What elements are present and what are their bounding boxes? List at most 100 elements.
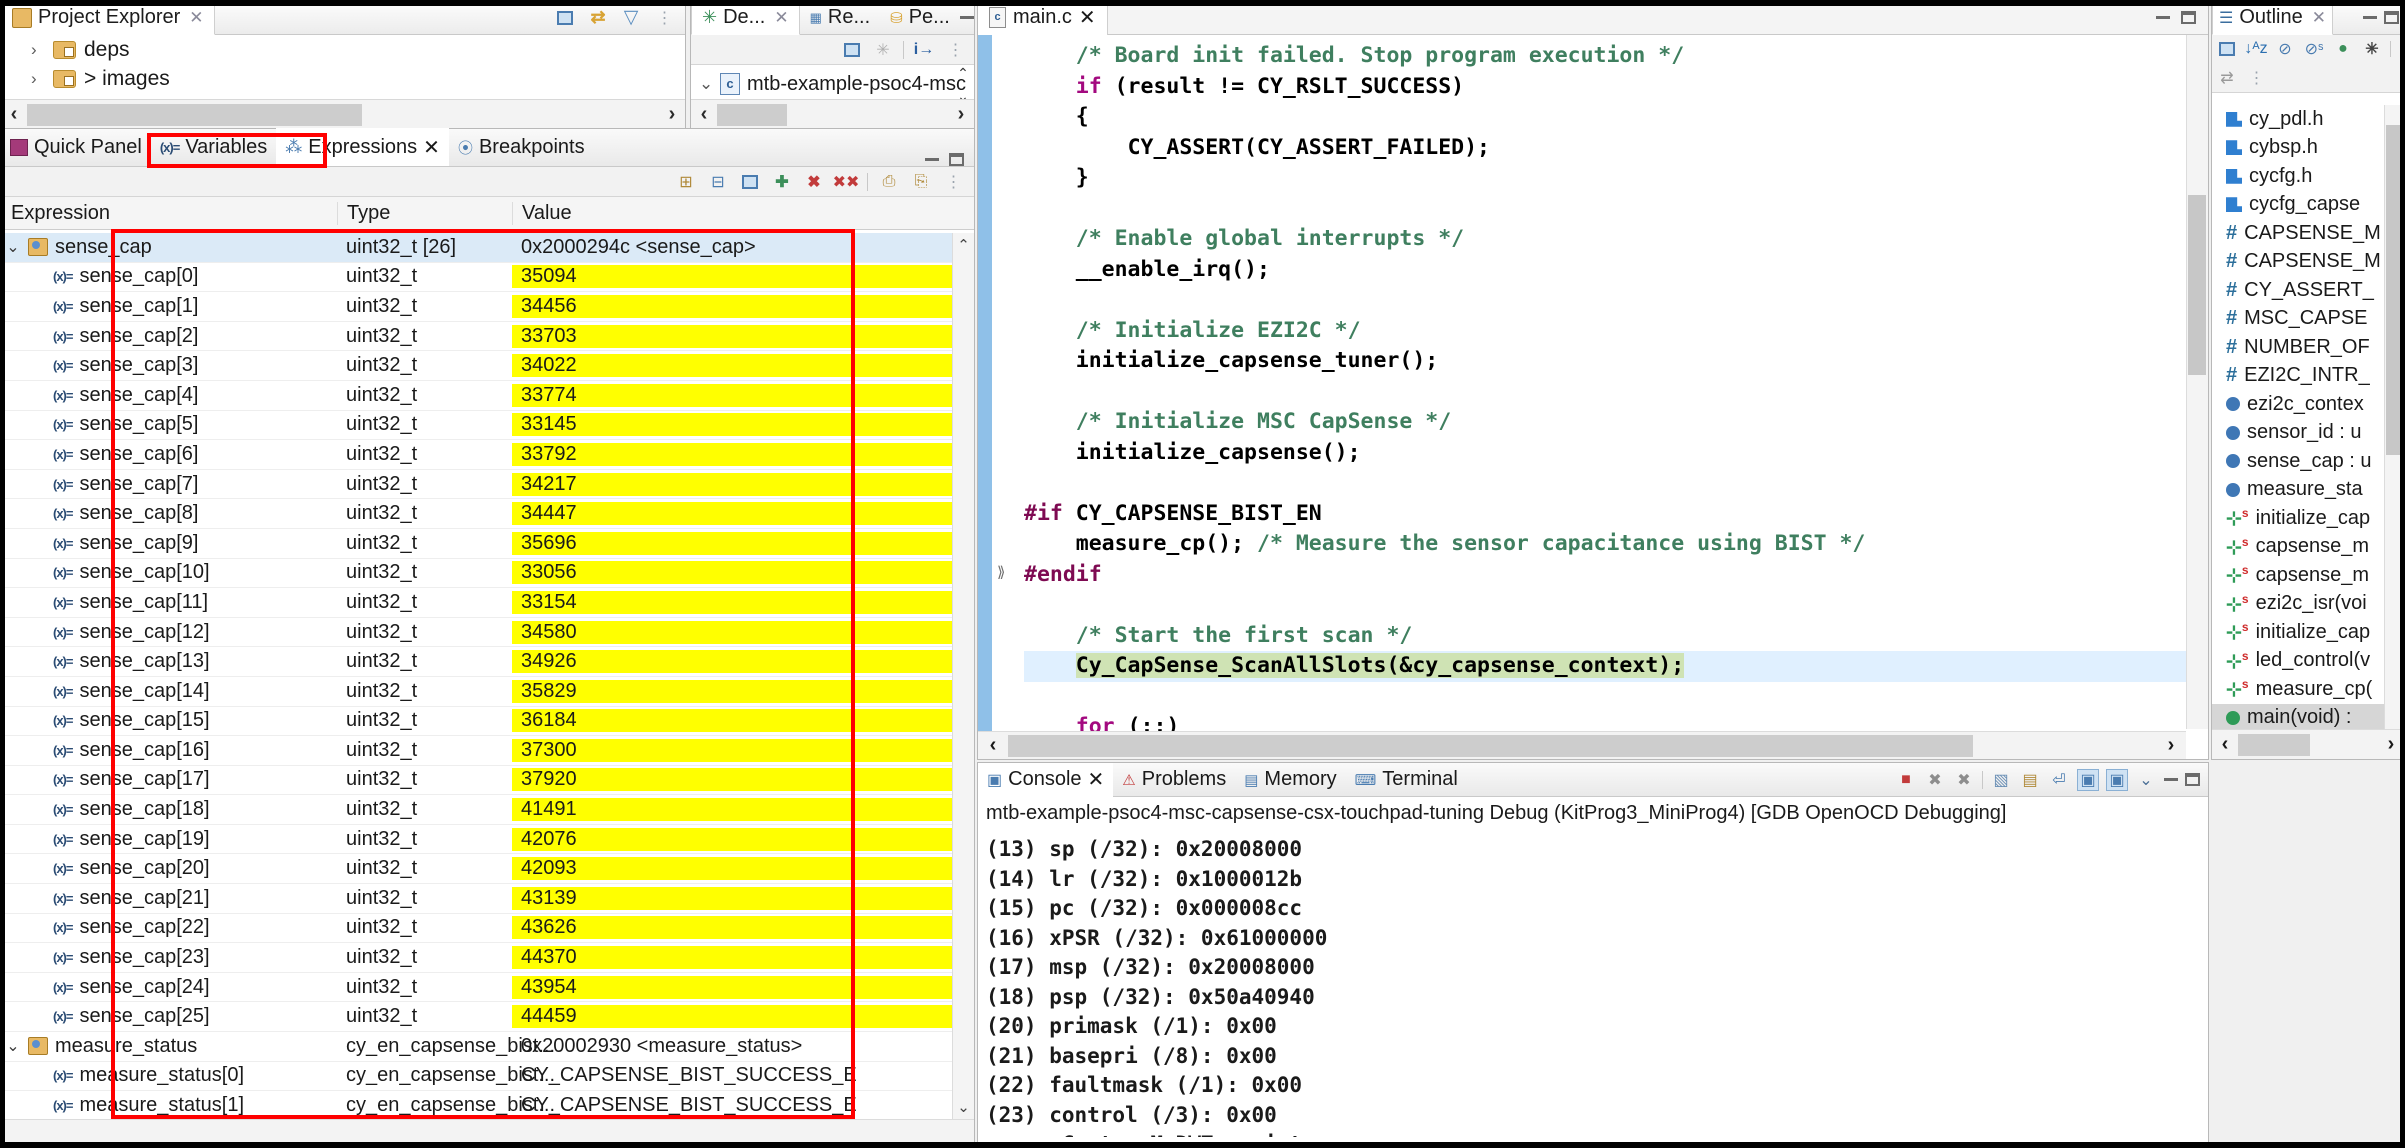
scroll-right-icon[interactable]: › [2156,734,2186,757]
value-cell[interactable]: 34456 [512,294,952,318]
value-cell[interactable]: 0x2000294c <sense_cap> [512,236,952,259]
tab-memory[interactable]: ▤ Memory [1235,763,1345,797]
pin-console-icon[interactable]: ▣ [2077,768,2099,791]
value-cell[interactable]: 33703 [512,324,952,348]
table-row[interactable]: (x)= sense_cap[17] uint32_t 37920 [1,766,952,796]
remove-all-launches-icon[interactable]: ✖ [1953,769,1975,791]
value-cell[interactable]: 34580 [512,620,952,644]
table-row[interactable]: (x)= sense_cap[15] uint32_t 36184 [1,707,952,737]
view-menu-icon[interactable]: ⋮ [2245,67,2267,89]
value-cell[interactable]: 37300 [512,738,952,762]
value-cell[interactable]: 34447 [512,502,952,526]
value-cell[interactable]: 33056 [512,561,952,585]
maximize-icon[interactable] [2181,11,2196,24]
hide-macros-icon[interactable]: ✳ [2361,38,2383,60]
scroll-left-icon[interactable]: ‹ [691,103,717,126]
outline-item[interactable]: cy_pdl.h [2212,105,2404,134]
outline-item[interactable]: sensor_id : u [2212,419,2404,448]
outline-hscrollbar[interactable]: ‹ › [2212,729,2404,759]
value-cell[interactable]: 43139 [512,886,952,910]
remove-all-expressions-icon[interactable]: ✖✖ [833,171,860,193]
outline-item[interactable]: ⊹s capsense_m [2212,533,2404,562]
table-row[interactable]: (x)= measure_status[1] cy_en_capsense_bist… [1,1091,952,1119]
scroll-down-icon[interactable]: ⌄ [957,1098,970,1116]
table-row[interactable]: (x)= sense_cap[4] uint32_t 33774 [1,381,952,411]
maximize-icon[interactable] [2185,773,2200,786]
scroll-up-icon[interactable]: ⌃ [957,236,970,254]
show-logical-structure-icon[interactable]: ⊟ [707,171,729,193]
outline-item[interactable]: measure_sta [2212,476,2404,505]
table-row[interactable]: (x)= sense_cap[24] uint32_t 43954 [1,973,952,1003]
table-row[interactable]: (x)= sense_cap[23] uint32_t 44370 [1,943,952,973]
value-cell[interactable]: 33792 [512,442,952,466]
minimize-icon[interactable] [2363,16,2377,19]
collapse-all-icon[interactable] [739,171,761,193]
value-cell[interactable]: 33145 [512,413,952,437]
tab-terminal[interactable]: ⌨ Terminal [1346,763,1467,797]
table-row[interactable]: (x)= sense_cap[14] uint32_t 35829 [1,677,952,707]
filter-icon[interactable]: ▽ [620,7,642,29]
tab-expressions[interactable]: ⁂ Expressions ✕ [276,128,449,166]
terminate-icon[interactable]: ■ [1895,769,1917,791]
hide-non-public-icon[interactable]: ● [2332,38,2354,60]
table-row[interactable]: (x)= sense_cap[20] uint32_t 42093 [1,854,952,885]
close-icon[interactable]: ✕ [1088,767,1105,792]
minimize-icon[interactable] [2156,16,2170,19]
cast-to-type-icon[interactable]: ⎙ [878,171,900,193]
table-row[interactable]: (x)= sense_cap[0] uint32_t 35094 [1,263,952,293]
console-output[interactable]: (13) sp (/32): 0x20008000 (14) lr (/32): … [978,831,2208,1137]
tree-item-deps[interactable]: › deps [1,35,685,64]
scroll-right-icon[interactable]: › [659,103,685,126]
table-row[interactable]: (x)= sense_cap[5] uint32_t 33145 [1,411,952,441]
remove-launch-icon[interactable]: ✖ [1924,769,1946,791]
value-cell[interactable]: 44370 [512,946,952,970]
outline-item[interactable]: ⊹s measure_cp( [2212,675,2404,704]
value-cell[interactable]: 42093 [512,857,952,881]
hide-fields-icon[interactable]: ⊘ [2274,38,2296,60]
scroll-thumb[interactable] [27,103,362,126]
project-explorer-hscrollbar[interactable]: ‹ › [1,99,685,129]
close-icon[interactable]: ✕ [1079,5,1096,30]
outline-item[interactable]: # CAPSENSE_M [2212,219,2404,248]
value-cell[interactable]: 34217 [512,472,952,496]
outline-item[interactable]: # NUMBER_OF [2212,333,2404,362]
outline-item[interactable]: # CAPSENSE_M [2212,248,2404,277]
expressions-vscrollbar[interactable]: ⌃ ⌄ [952,233,974,1119]
remove-expression-icon[interactable]: ✖ [803,171,825,193]
editor-vscrollbar[interactable] [2186,35,2208,729]
view-menu-icon[interactable]: ⋮ [942,171,964,193]
show-type-names-icon[interactable]: ⊞ [675,171,697,193]
outline-item[interactable]: ⊹s initialize_cap [2212,504,2404,533]
minimize-icon[interactable] [925,158,939,161]
minimize-icon[interactable] [959,16,974,19]
close-icon[interactable]: ✕ [423,135,440,160]
value-cell[interactable]: 43626 [512,916,952,940]
minimize-icon[interactable] [2164,778,2178,781]
close-icon[interactable]: ✕ [774,8,788,28]
maximize-icon[interactable] [2384,11,2399,24]
column-header-expression[interactable]: Expression [1,202,337,225]
clear-console-icon[interactable]: ▧ [1990,769,2012,791]
chevron-down-icon[interactable]: ⌄ [699,74,713,94]
tab-quick-panel[interactable]: Quick Panel [1,128,151,166]
value-cell[interactable]: 33154 [512,590,952,614]
value-cell[interactable]: 0x20002930 <measure_status> [512,1035,952,1058]
step-into-icon[interactable]: i→ [913,39,935,61]
outline-item[interactable]: # EZI2C_INTR_ [2212,362,2404,391]
scroll-thumb[interactable] [1008,734,1973,757]
view-menu-icon[interactable]: ⋮ [944,39,966,61]
folding-marker-icon[interactable]: ⟫ [997,563,1005,581]
scroll-thumb[interactable] [2188,195,2206,375]
chevron-right-icon[interactable]: › [31,69,45,89]
table-row[interactable]: (x)= measure_status[0] cy_en_capsense_bist… [1,1062,952,1092]
table-row[interactable]: (x)= sense_cap[7] uint32_t 34217 [1,470,952,500]
value-cell[interactable]: CY_CAPSENSE_BIST_SUCCESS_E [512,1094,952,1117]
table-row[interactable]: (x)= sense_cap[9] uint32_t 35696 [1,529,952,559]
link-with-editor-icon[interactable]: ⇄ [2216,67,2238,89]
table-row[interactable]: ⌄ sense_cap uint32_t [26] 0x2000294c <sense… [1,233,952,263]
value-cell[interactable]: 34926 [512,650,952,674]
table-row[interactable]: (x)= sense_cap[25] uint32_t 44459 [1,1002,952,1033]
add-expression-icon[interactable]: ✚ [771,171,793,193]
remove-terminated-icon[interactable]: ✳ [872,39,894,61]
table-row[interactable]: (x)= sense_cap[10] uint32_t 33056 [1,559,952,589]
